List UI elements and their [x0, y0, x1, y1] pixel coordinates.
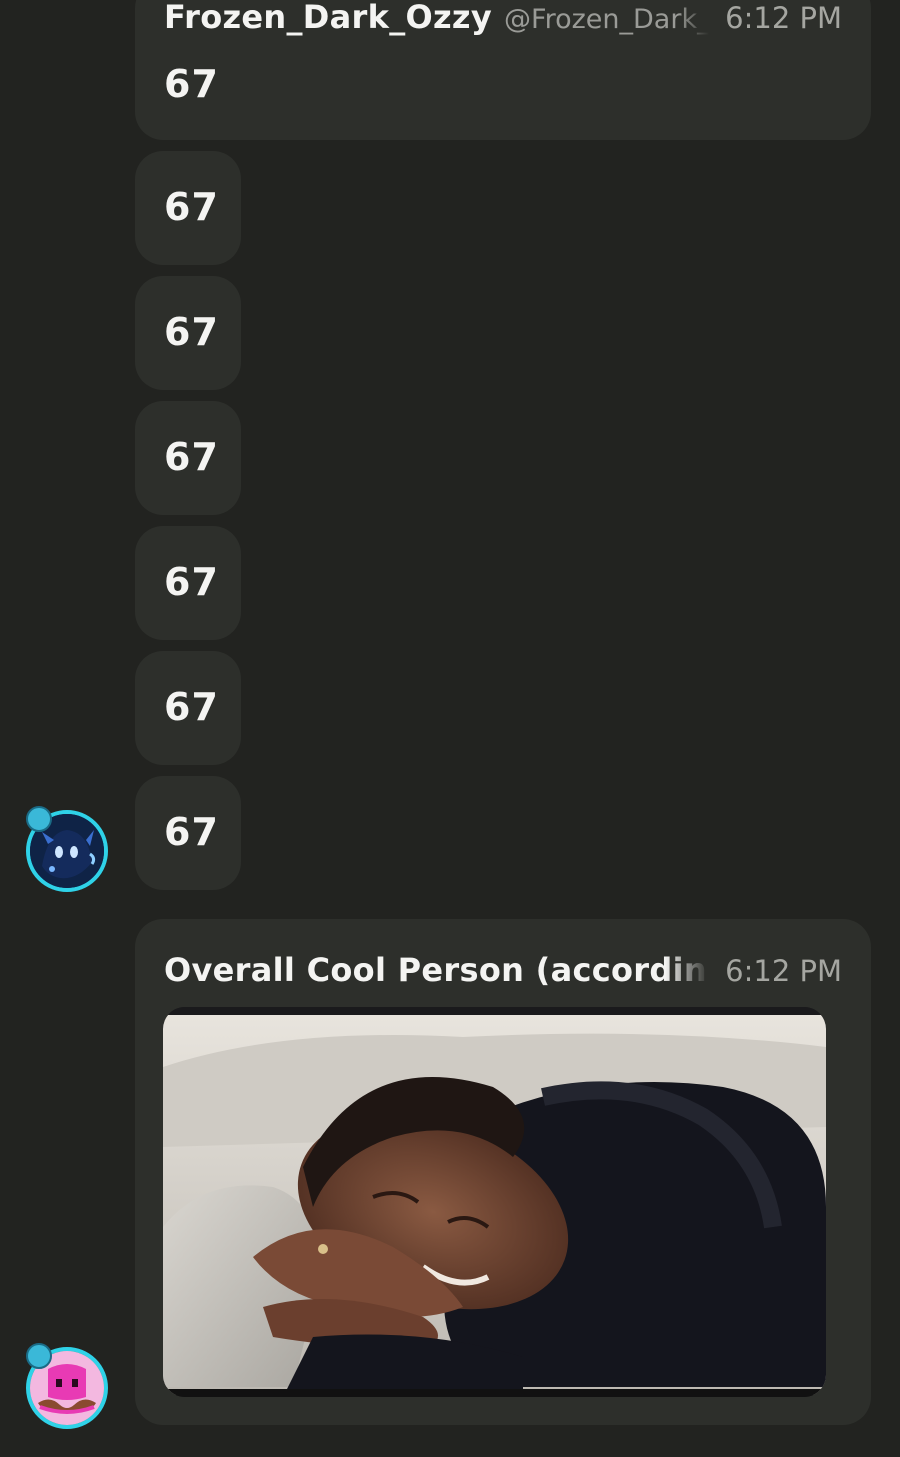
message-bubble[interactable]: Frozen_Dark_Ozzy @Frozen_Dark_ 6:12 PM 6…: [135, 0, 871, 140]
status-badge: [26, 1343, 52, 1369]
message-bubble[interactable]: 67: [135, 651, 241, 765]
message-bubble[interactable]: 67: [135, 526, 241, 640]
author-handle[interactable]: @Frozen_Dark_: [504, 4, 709, 35]
message-header: Overall Cool Person (according to 6:12 P…: [164, 951, 842, 989]
message-text: 67: [164, 62, 219, 106]
author-name[interactable]: Overall Cool Person (according to: [164, 951, 709, 989]
status-badge: [26, 806, 52, 832]
message-bubble[interactable]: Overall Cool Person (according to 6:12 P…: [135, 919, 871, 1425]
avatar[interactable]: [26, 1343, 108, 1429]
message-text: 67: [164, 185, 219, 229]
author-name[interactable]: Frozen_Dark_Ozzy: [164, 0, 492, 36]
message-timestamp: 6:12 PM: [725, 954, 842, 988]
message-bubble[interactable]: 67: [135, 776, 241, 890]
message-text: 67: [164, 310, 219, 354]
avatar[interactable]: [26, 806, 108, 892]
gif-attachment[interactable]: [163, 1007, 826, 1397]
message-text: 67: [164, 435, 219, 479]
author-name-container: Overall Cool Person (according to: [164, 951, 709, 989]
gif-image-icon: [163, 1007, 826, 1397]
message-bubble[interactable]: 67: [135, 151, 241, 265]
message-text: 67: [164, 810, 219, 854]
message-header: Frozen_Dark_Ozzy @Frozen_Dark_ 6:12 PM: [164, 0, 842, 36]
message-bubble[interactable]: 67: [135, 401, 241, 515]
message-bubble[interactable]: 67: [135, 276, 241, 390]
message-text: 67: [164, 560, 219, 604]
chat-view: Frozen_Dark_Ozzy @Frozen_Dark_ 6:12 PM 6…: [0, 0, 900, 1457]
message-timestamp: 6:12 PM: [725, 1, 842, 35]
message-text: 67: [164, 685, 219, 729]
